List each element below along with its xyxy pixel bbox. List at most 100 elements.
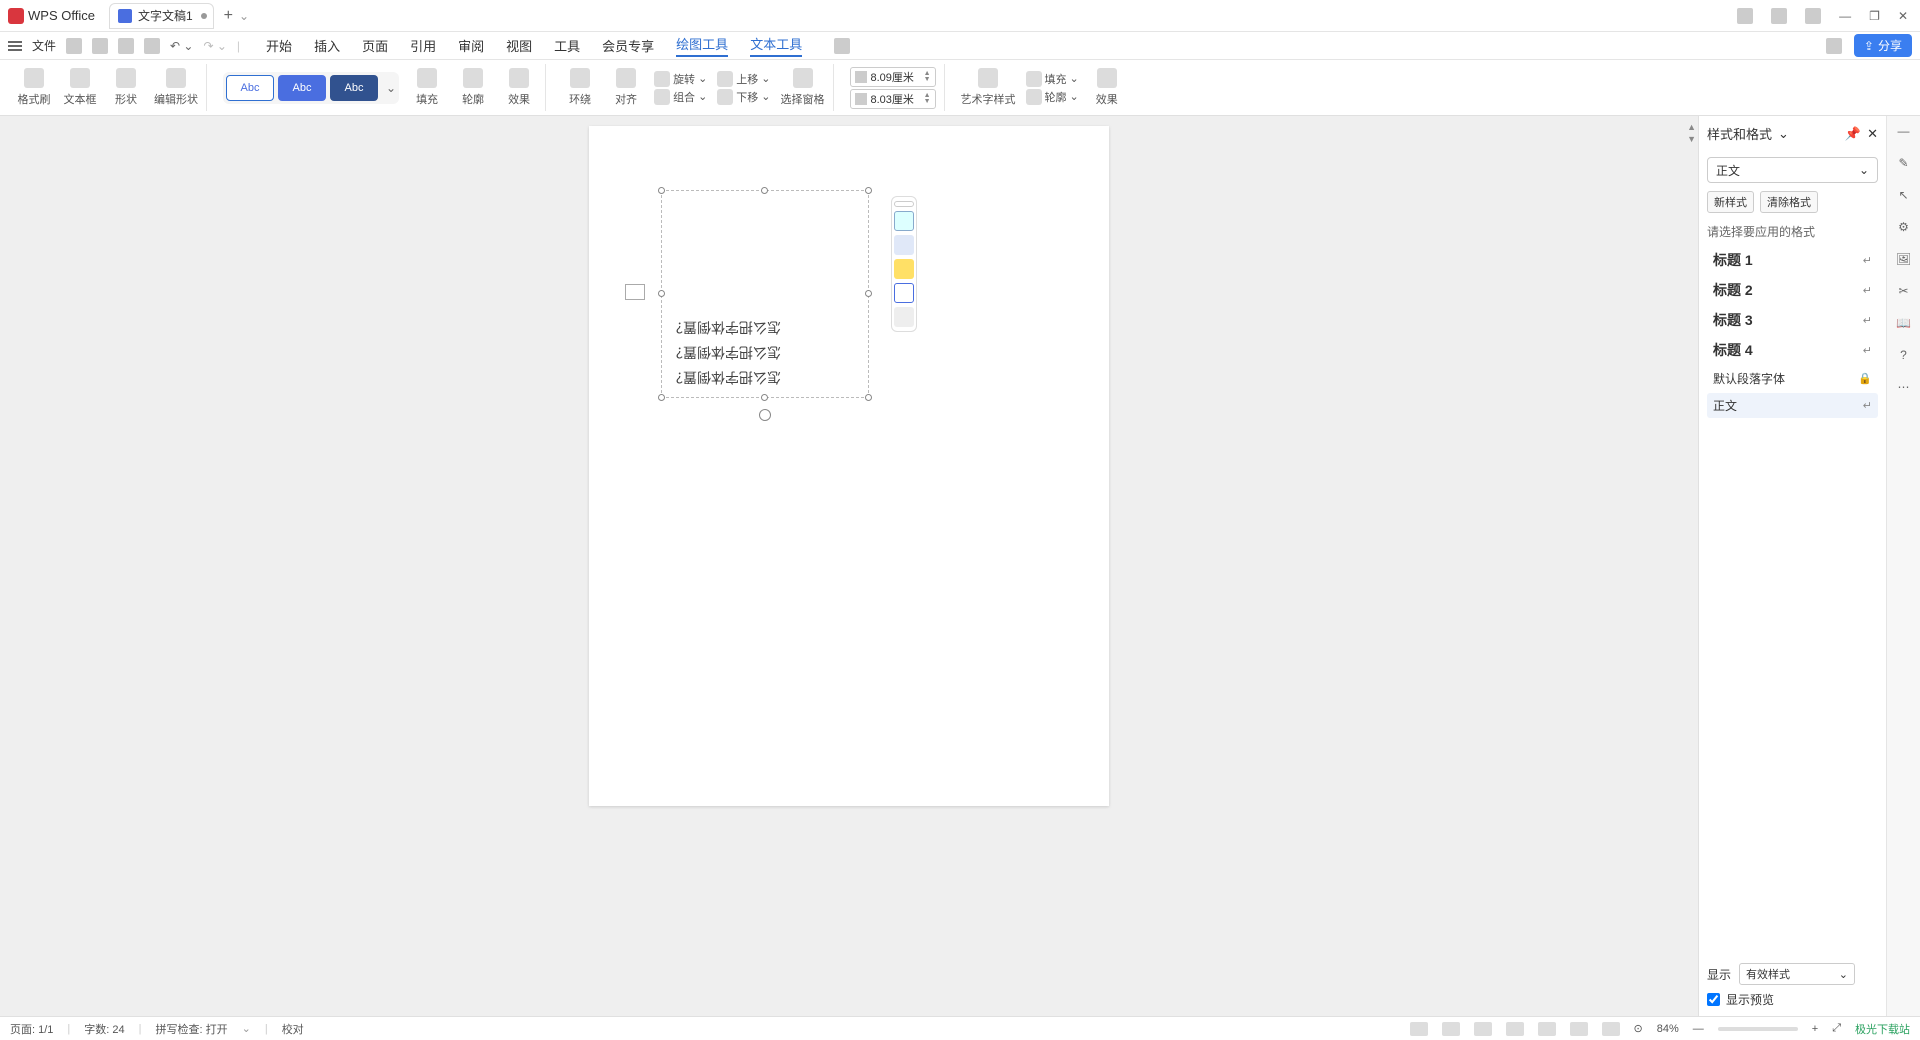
style-heading2[interactable]: 标题 2↵ — [1707, 276, 1878, 304]
shape-style-gallery[interactable]: Abc Abc Abc ⌄ — [223, 72, 399, 104]
pointer-icon[interactable]: ↖ — [1898, 188, 1908, 202]
tab-menu-icon[interactable]: ⌄ — [239, 9, 249, 23]
hamburger-icon[interactable] — [8, 41, 22, 51]
style-sample-3[interactable]: Abc — [330, 75, 378, 101]
display-filter-dropdown[interactable]: 有效样式 ⌄ — [1739, 963, 1855, 985]
menu-draw-tools[interactable]: 绘图工具 — [676, 34, 728, 57]
tools-icon[interactable]: ✂ — [1898, 284, 1908, 298]
spin-down-icon[interactable]: ▼ — [924, 99, 931, 105]
style-bodytext[interactable]: 正文↵ — [1707, 393, 1878, 418]
move-up-button[interactable]: 上移⌄ — [717, 71, 770, 87]
help-icon[interactable]: ? — [1900, 348, 1907, 362]
view-mode-5-icon[interactable] — [1538, 1022, 1556, 1036]
shape-button[interactable]: 形状 — [108, 68, 144, 107]
user-avatar-icon[interactable] — [1805, 8, 1821, 24]
show-preview-input[interactable] — [1707, 993, 1720, 1006]
chevron-down-icon[interactable]: ⌄ — [1778, 126, 1789, 142]
resize-handle-n[interactable] — [761, 187, 768, 194]
zoom-out-button[interactable]: — — [1693, 1023, 1704, 1035]
fill-button[interactable]: 填充 — [409, 68, 445, 107]
maximize-button[interactable]: ❐ — [1869, 9, 1880, 23]
float-highlight-icon[interactable] — [894, 259, 914, 279]
canvas[interactable]: ▲▼ 怎么把字体倒置？ 怎么把字体倒置？ 怎么把字体倒置？ — [0, 116, 1698, 1016]
status-spellcheck[interactable]: 拼写检查: 打开 — [155, 1021, 227, 1037]
wrap-indicator-icon[interactable] — [625, 284, 645, 300]
more-icon[interactable]: ⋯ — [1898, 380, 1910, 394]
spin-down-icon[interactable]: ▼ — [924, 77, 931, 83]
view-mode-2-icon[interactable] — [1442, 1022, 1460, 1036]
resize-handle-nw[interactable] — [658, 187, 665, 194]
menu-insert[interactable]: 插入 — [314, 36, 340, 55]
text-fill-button[interactable]: 填充⌄ — [1026, 71, 1079, 87]
rotate-button[interactable]: 旋转⌄ — [654, 71, 707, 87]
menu-member[interactable]: 会员专享 — [602, 36, 654, 55]
show-preview-checkbox[interactable]: 显示预览 — [1707, 991, 1878, 1008]
cloud-icon[interactable] — [1826, 38, 1842, 54]
edit-icon[interactable]: ✎ — [1898, 156, 1908, 170]
style-sample-1[interactable]: Abc — [226, 75, 274, 101]
style-heading4[interactable]: 标题 4↵ — [1707, 336, 1878, 364]
edit-shape-button[interactable]: 编辑形状 — [154, 68, 198, 107]
book-icon[interactable]: 📖 — [1896, 316, 1911, 330]
resize-handle-s[interactable] — [761, 394, 768, 401]
view-mode-7-icon[interactable] — [1602, 1022, 1620, 1036]
new-tab-button[interactable]: + — [224, 7, 233, 25]
search-icon[interactable] — [834, 38, 850, 54]
zoom-fit-icon[interactable]: ⊙ — [1634, 1022, 1643, 1035]
resize-handle-se[interactable] — [865, 394, 872, 401]
effect-button[interactable]: 效果 — [501, 68, 537, 107]
link-icon[interactable] — [92, 38, 108, 54]
gallery-more-icon[interactable]: ⌄ — [382, 81, 396, 95]
style-sample-2[interactable]: Abc — [278, 75, 326, 101]
print-preview-icon[interactable] — [144, 38, 160, 54]
selection-pane-button[interactable]: 选择窗格 — [781, 68, 825, 107]
minimize-button[interactable]: — — [1839, 9, 1851, 23]
menu-start[interactable]: 开始 — [266, 36, 292, 55]
current-style-dropdown[interactable]: 正文 ⌄ — [1707, 157, 1878, 183]
view-mode-1-icon[interactable] — [1410, 1022, 1428, 1036]
menu-view[interactable]: 视图 — [506, 36, 532, 55]
print-icon[interactable] — [118, 38, 134, 54]
pin-icon[interactable]: 📌 — [1845, 126, 1861, 142]
panel-close-icon[interactable]: ✕ — [1867, 126, 1878, 142]
wrap-button[interactable]: 环绕 — [562, 68, 598, 107]
float-shape-fill-icon[interactable] — [894, 283, 914, 303]
textbox-content[interactable]: 怎么把字体倒置？ 怎么把字体倒置？ 怎么把字体倒置？ — [669, 314, 781, 390]
zoom-slider[interactable] — [1718, 1027, 1798, 1031]
zoom-in-button[interactable]: + — [1812, 1023, 1818, 1035]
menu-page[interactable]: 页面 — [362, 36, 388, 55]
redo-button[interactable]: ↷ ⌄ — [203, 39, 226, 53]
outline-button[interactable]: 轮廓 — [455, 68, 491, 107]
float-crop-icon[interactable] — [894, 307, 914, 327]
text-effect-button[interactable]: 效果 — [1089, 68, 1125, 107]
scroll-arrows[interactable]: ▲▼ — [1687, 122, 1696, 144]
status-page[interactable]: 页面: 1/1 — [10, 1021, 53, 1037]
view-mode-3-icon[interactable] — [1474, 1022, 1492, 1036]
tab-close-icon[interactable] — [201, 13, 207, 19]
image-icon[interactable]: 🖼 — [1896, 252, 1911, 266]
style-heading3[interactable]: 标题 3↵ — [1707, 306, 1878, 334]
status-words[interactable]: 字数: 24 — [84, 1021, 124, 1037]
file-menu[interactable]: 文件 — [32, 37, 56, 54]
zoom-value[interactable]: 84% — [1657, 1023, 1679, 1035]
text-outline-button[interactable]: 轮廓⌄ — [1026, 89, 1079, 105]
width-input[interactable]: 8.09厘米 ▲▼ — [850, 67, 936, 87]
panel-icon[interactable] — [1737, 8, 1753, 24]
wordart-button[interactable]: 艺术字样式 — [961, 68, 1016, 107]
document-tab[interactable]: 文字文稿1 — [109, 3, 214, 29]
float-minus-icon[interactable] — [894, 201, 914, 207]
new-style-chip[interactable]: 新样式 — [1707, 191, 1754, 213]
resize-handle-w[interactable] — [658, 290, 665, 297]
cube-icon[interactable] — [1771, 8, 1787, 24]
menu-tools[interactable]: 工具 — [554, 36, 580, 55]
view-mode-4-icon[interactable] — [1506, 1022, 1524, 1036]
menu-text-tools[interactable]: 文本工具 — [750, 34, 802, 57]
document-page[interactable]: 怎么把字体倒置？ 怎么把字体倒置？ 怎么把字体倒置？ — [589, 126, 1109, 806]
share-button[interactable]: ⇪ 分享 — [1854, 34, 1912, 57]
resize-handle-sw[interactable] — [658, 394, 665, 401]
resize-handle-ne[interactable] — [865, 187, 872, 194]
move-down-button[interactable]: 下移⌄ — [717, 89, 770, 105]
undo-button[interactable]: ↶ ⌄ — [170, 39, 193, 53]
spell-chevron-icon[interactable]: ⌄ — [242, 1022, 251, 1035]
group-button[interactable]: 组合⌄ — [654, 89, 707, 105]
